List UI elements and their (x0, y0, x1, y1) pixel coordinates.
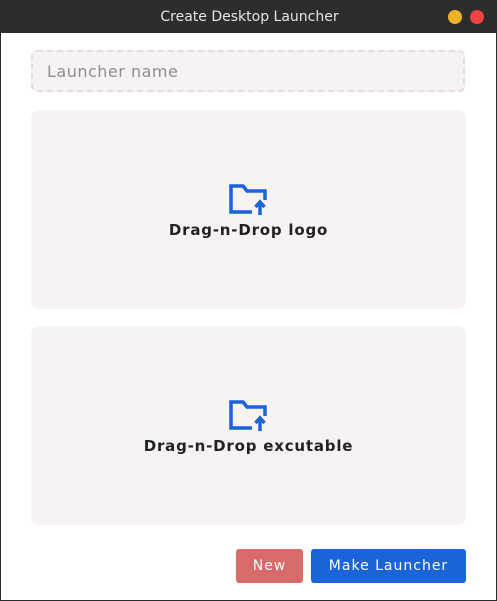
logo-dropzone[interactable]: Drag-n-Drop logo (31, 110, 466, 309)
window-title: Create Desktop Launcher (160, 9, 339, 25)
new-button[interactable]: New (236, 549, 303, 583)
title-bar[interactable]: Create Desktop Launcher (1, 1, 497, 33)
close-button[interactable] (470, 10, 484, 24)
minimize-button[interactable] (448, 10, 462, 24)
make-launcher-button[interactable]: Make Launcher (311, 549, 466, 583)
launcher-name-input[interactable] (31, 50, 465, 92)
logo-dropzone-label: Drag-n-Drop logo (168, 220, 329, 239)
executable-dropzone-label: Drag-n-Drop excutable (143, 436, 354, 455)
folder-upload-icon (228, 399, 268, 433)
launcher-window: Create Desktop Launcher Drag-n-Drop logo… (0, 0, 497, 601)
folder-upload-icon (228, 183, 268, 217)
executable-dropzone[interactable]: Drag-n-Drop excutable (31, 326, 466, 525)
